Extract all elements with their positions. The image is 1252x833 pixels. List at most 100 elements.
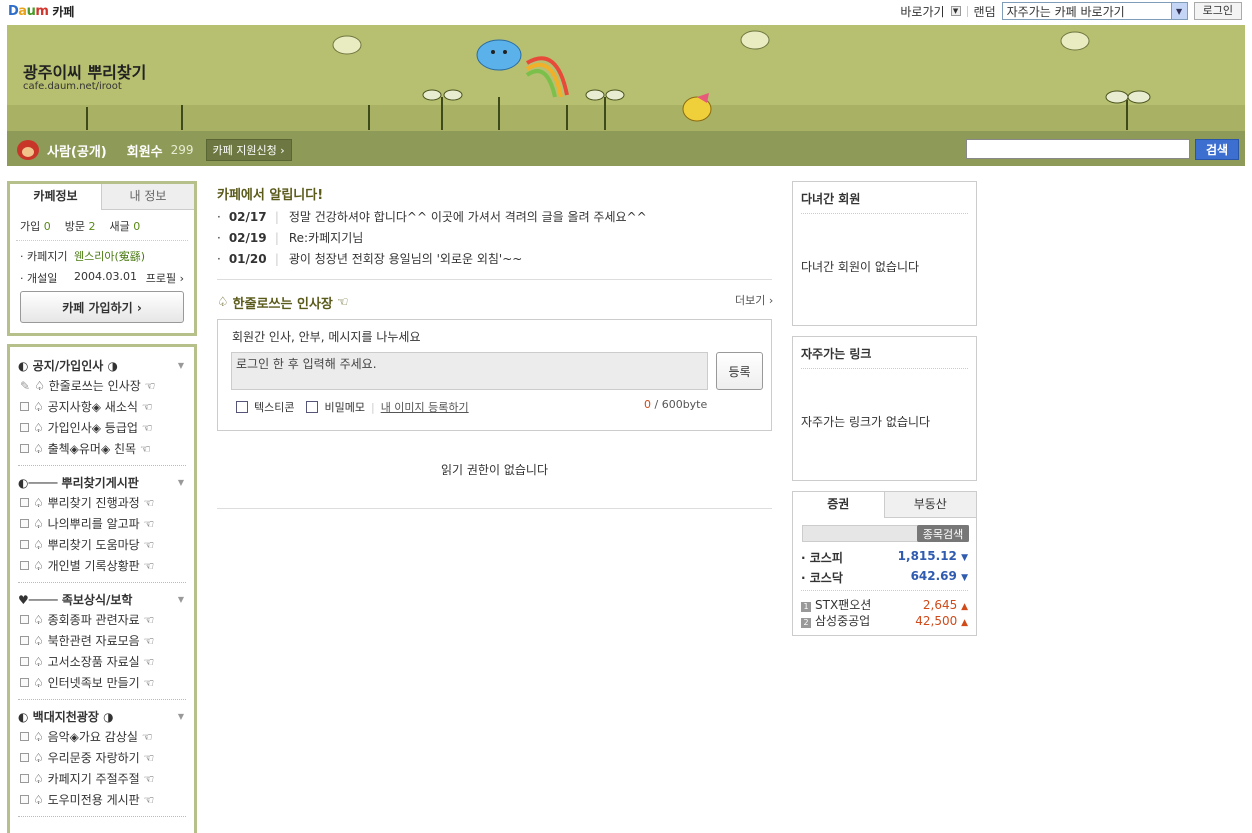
menu-item[interactable]: ♤ 인터넷족보 만들기 ☜ (18, 672, 186, 693)
join-cafe-button[interactable]: 카페 가입하기 › (20, 291, 184, 323)
cafe-search-input[interactable] (966, 139, 1190, 159)
daum-logo-text: Daum (8, 3, 49, 19)
board-icon (20, 402, 29, 411)
menu-item[interactable]: ♤ 카페지기 주절주절 ☜ (18, 768, 186, 789)
avatar-icon (17, 140, 39, 160)
tab-stock[interactable]: 증권 (793, 492, 885, 518)
members-count: 299 (170, 143, 194, 157)
stock-search-button[interactable]: 종목검색 (917, 525, 969, 542)
chevron-down-icon[interactable]: ▼ (178, 478, 184, 487)
register-button[interactable]: 등록 (716, 352, 763, 390)
notice-text[interactable]: 정말 건강하셔야 합니다^^ 이곳에 가셔서 격려의 글을 올려 주세요^^ (289, 208, 647, 225)
menu-item[interactable]: ♤ 고서소장품 자료실 ☜ (18, 651, 186, 672)
chevron-down-icon[interactable]: ▼ (178, 361, 184, 370)
chevron-down-icon: ▼ (1170, 3, 1187, 19)
notice-text[interactable]: Re:카페지기님 (289, 229, 363, 246)
board-icon (20, 561, 29, 570)
menu-item[interactable]: ♤ 도우미전용 게시판 ☜ (18, 789, 186, 810)
stock-row[interactable]: 2 삼성중공업 42,500 ▲ (801, 612, 968, 629)
links-title: 자주가는 링크 (801, 347, 872, 361)
menu-item[interactable]: ♤ 가입인사◈ 등급업 ☜ (18, 417, 186, 438)
cafe-url[interactable]: cafe.daum.net/iroot (23, 81, 122, 92)
emoticon-checkbox[interactable] (236, 401, 248, 413)
tab-cafe-info[interactable]: 카페정보 (10, 184, 102, 210)
cafe-label: 카페 (52, 4, 75, 19)
divider (966, 5, 968, 17)
menu-category[interactable]: ◐ 백대지천광장 ◑ ▼ (18, 706, 186, 726)
menu-item[interactable]: ♤ 공지사항◈ 새소식 ☜ (18, 396, 186, 417)
index-value-wrap: 642.69 ▼ (911, 569, 968, 586)
daum-logo[interactable]: Daum 카페 (8, 3, 74, 19)
notice-item[interactable]: · 01/20 | 광이 청장년 전회장 용일님의 '외로운 외침'~~ (217, 250, 522, 267)
title-underline (801, 368, 968, 369)
guestbook-title[interactable]: ♤ 한줄로쓰는 인사장 ☜ (217, 293, 349, 312)
stock-value-wrap: 42,500 ▲ (915, 614, 968, 628)
board-icon (20, 636, 29, 645)
cafe-title[interactable]: 광주이씨 뿌리찾기 (23, 59, 146, 83)
board-menu: ◐ 공지/가입인사 ◑ ▼ ✎ ♤ 한줄로쓰는 인사장 ☜ ♤ 공지사항◈ 새소식 … (7, 344, 197, 833)
notice-date: 01/20 (228, 251, 267, 266)
spade-icon: ♤ (217, 295, 229, 310)
cafe-support-button[interactable]: 카페 지원신청 › (205, 139, 292, 161)
notice-item[interactable]: · 02/19 | Re:카페지기님 (217, 229, 363, 246)
search-button[interactable]: 검색 (1195, 139, 1239, 160)
notice-text[interactable]: 광이 청장년 전회장 용일님의 '외로운 외침'~~ (289, 250, 522, 267)
guestbook-textarea[interactable]: 로그인 한 후 입력해 주세요. (231, 352, 708, 390)
random-link[interactable]: 랜덤 (974, 3, 996, 20)
join-stat: 가입 0 (20, 220, 51, 233)
shortcut-link[interactable]: 바로가기 (900, 3, 944, 20)
board-icon (20, 519, 29, 528)
menu-item[interactable]: ♤ 우리문중 자랑하기 ☜ (18, 747, 186, 768)
byte-count: 0 (644, 398, 651, 411)
chevron-down-icon[interactable]: ▼ (178, 712, 184, 721)
owner-value[interactable]: 웬스리아(寃繇) (74, 248, 145, 264)
stock-value: 2,645 (922, 597, 958, 612)
up-arrow-icon: ▲ (961, 617, 968, 628)
menu-item[interactable]: ✎ ♤ 한줄로쓰는 인사장 ☜ (18, 375, 186, 396)
favorites-select[interactable]: 자주가는 카페 바로가기 ▼ (1001, 2, 1188, 20)
notice-item[interactable]: · 02/17 | 정말 건강하셔야 합니다^^ 이곳에 가셔서 격려의 글을 … (217, 208, 647, 225)
stock-tabs: 증권 부동산 (793, 492, 976, 518)
board-icon (20, 795, 29, 804)
menu-category[interactable]: ♥──── 족보상식/보학 ▼ (18, 589, 186, 609)
menu-item[interactable]: ♤ 뿌리찾기 도움마당 ☜ (18, 534, 186, 555)
pipe-divider: | (274, 209, 279, 224)
links-empty: 자주가는 링크가 없습니다 (801, 415, 931, 429)
menu-item[interactable]: ♤ 종회종파 관련자료 ☜ (18, 609, 186, 630)
menu-category[interactable]: ◐──── 뿌리찾기게시판 ▼ (18, 472, 186, 492)
board-icon (20, 615, 29, 624)
owner-row: · 카페지기 웬스리아(寃繇) (10, 245, 194, 267)
stock-row[interactable]: 1 STX팬오션 2,645 ▲ (801, 596, 968, 613)
menu-item[interactable]: ♤ 북한관련 자료모음 ☜ (18, 630, 186, 651)
menu-item[interactable]: ♤ 뿌리찾기 진행과정 ☜ (18, 492, 186, 513)
menu-item[interactable]: ♤ 나의뿌리를 알고파 ☜ (18, 513, 186, 534)
byte-counter: 0 / 600byte (644, 398, 707, 411)
board-icon (20, 423, 29, 432)
pencil-icon: ✎ (20, 378, 31, 393)
tab-my-info[interactable]: 내 정보 (102, 184, 194, 210)
menu-category[interactable]: ◐ 공지/가입인사 ◑ ▼ (18, 355, 186, 375)
bullet-icon: · (217, 230, 221, 245)
login-button[interactable]: 로그인 (1193, 2, 1242, 20)
cafe-banner: 광주이씨 뿌리찾기 cafe.daum.net/iroot (7, 25, 1245, 131)
founded-row: · 개설일 2004.03.01 프로필 › (10, 267, 194, 289)
index-value-wrap: 1,815.12 ▼ (898, 549, 968, 566)
secret-memo-checkbox[interactable] (306, 401, 319, 413)
shortcut-dropdown-icon[interactable]: ▼ (950, 6, 961, 16)
register-image-link[interactable]: 내 이미지 등록하기 (381, 399, 469, 415)
index-name: · 코스닥 (801, 571, 843, 585)
menu-item[interactable]: ♤ 개인별 기록상황판 ☜ (18, 555, 186, 576)
chevron-down-icon[interactable]: ▼ (178, 595, 184, 604)
bullet-icon: · (217, 209, 221, 224)
menu-item[interactable]: ♤ 출첵◈유머◈ 친목 ☜ (18, 438, 186, 459)
board-icon (20, 540, 29, 549)
visit-stat: 방문 2 (64, 220, 96, 233)
more-link[interactable]: 더보기 › (735, 292, 773, 308)
tab-real-estate[interactable]: 부동산 (884, 492, 976, 518)
menu-item[interactable]: ♤ 음악◈가요 감상실 ☜ (18, 726, 186, 747)
profile-link[interactable]: 프로필 › (146, 270, 184, 286)
notice-date: 02/19 (228, 230, 267, 245)
up-arrow-icon: ▲ (961, 601, 968, 612)
index-name: · 코스피 (801, 551, 843, 565)
stock-name: STX팬오션 (815, 598, 872, 612)
